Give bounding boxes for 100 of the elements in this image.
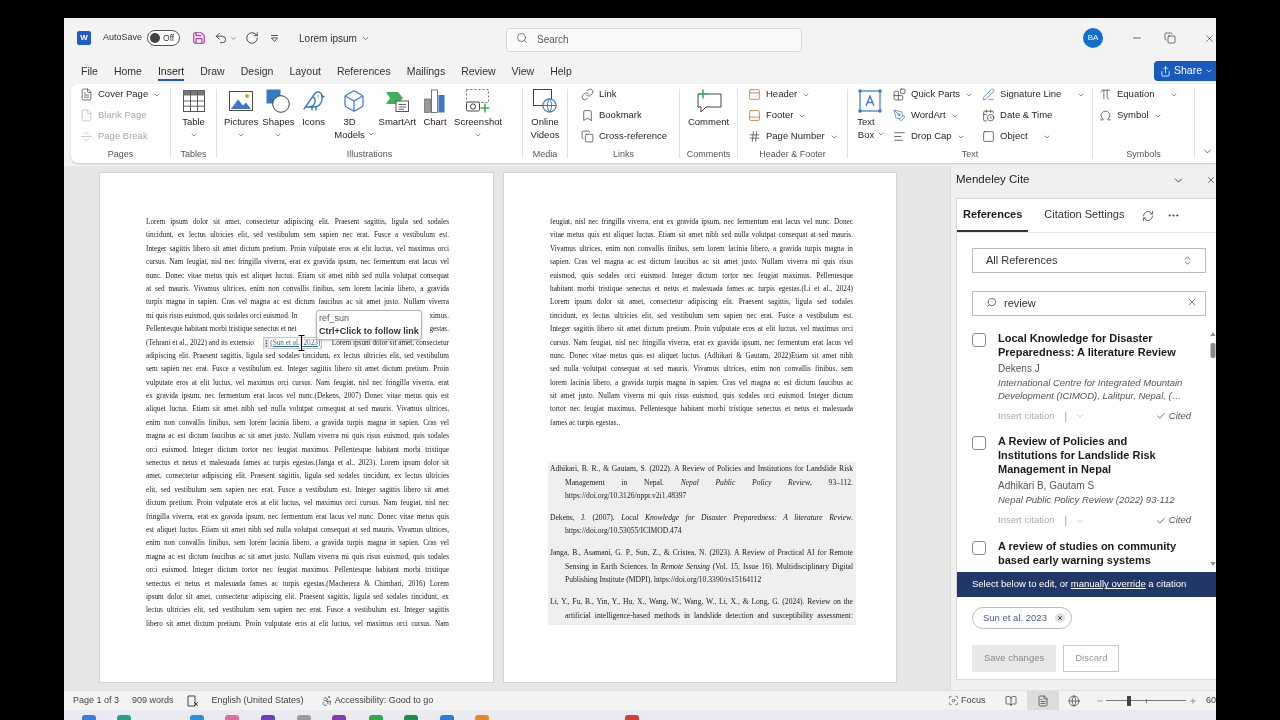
ribbon-button[interactable]: Bookmark — [579, 106, 644, 125]
proofing-book-icon[interactable] — [186, 694, 199, 707]
taskbar-app-icon[interactable] — [261, 715, 275, 720]
panel-tab[interactable]: Citation Settings — [1038, 199, 1131, 232]
bar-chart-icon — [424, 89, 447, 113]
taskbar-app-icon[interactable] — [440, 715, 454, 720]
panel-tab[interactable]: References — [957, 199, 1029, 232]
menu-tab[interactable]: Layout — [281, 58, 329, 84]
zoom-level[interactable]: 60 — [1205, 693, 1216, 708]
undo-button[interactable] — [214, 31, 229, 45]
ribbon-button[interactable]: SmartArt — [376, 84, 419, 147]
word-count[interactable]: 909 words — [132, 693, 174, 708]
ribbon-button[interactable]: Header — [746, 85, 813, 104]
bird-icon — [301, 89, 326, 113]
taskbar-app-icon[interactable] — [369, 715, 383, 720]
menu-tab[interactable]: Design — [232, 58, 282, 84]
ribbon-button[interactable]: Symbol — [1097, 106, 1164, 125]
separator-text: | — [1064, 409, 1068, 424]
search-field[interactable]: review — [972, 290, 1206, 316]
menu-tab[interactable]: Help — [542, 58, 580, 84]
zoom-slider[interactable] — [1106, 695, 1187, 706]
menu-tab[interactable]: Draw — [192, 58, 233, 84]
ribbon-button[interactable]: Page Number — [746, 127, 840, 146]
close-pane-button[interactable] — [1206, 175, 1216, 185]
checkbox[interactable] — [972, 333, 986, 347]
screenshot-camera-icon — [466, 89, 491, 113]
ribbon-button[interactable]: Table — [176, 84, 211, 147]
menu-tab[interactable]: Review — [453, 58, 504, 84]
ribbon-button[interactable]: Link — [579, 85, 619, 104]
clear-search-button[interactable] — [1186, 296, 1198, 308]
ribbon-button[interactable]: Icons — [296, 84, 331, 147]
redo-icon — [245, 31, 260, 45]
ribbon-group-label: Header & Footer — [758, 148, 827, 161]
menu-tab[interactable]: Mailings — [398, 58, 454, 84]
taskbar-app-icon[interactable] — [625, 715, 639, 720]
focus-button[interactable]: Focus — [948, 693, 986, 708]
menu-tab[interactable]: File — [73, 58, 106, 84]
share-button[interactable]: Share — [1153, 61, 1216, 81]
zoom-in-icon[interactable] — [1189, 696, 1197, 705]
redo-button[interactable] — [245, 31, 260, 45]
ribbon-group-label: Pages — [106, 148, 135, 161]
taskbar-app-icon[interactable] — [190, 715, 204, 720]
page-icon — [80, 88, 93, 101]
shapes-icon — [266, 89, 291, 113]
library-dropdown[interactable]: All References — [972, 248, 1206, 273]
frame-icon — [982, 130, 996, 143]
menu-tab[interactable]: Home — [105, 58, 150, 84]
restore-icon — [1164, 32, 1176, 44]
menu-tab[interactable]: View — [503, 58, 543, 84]
search-field[interactable]: Search — [506, 27, 802, 52]
ribbon-button[interactable]: Screenshot — [452, 84, 505, 147]
account-avatar[interactable]: BA — [1083, 28, 1103, 48]
ribbon-button[interactable]: Text Box — [853, 84, 887, 147]
page-number-icon — [748, 130, 761, 143]
ribbon-button[interactable]: Shapes — [260, 84, 297, 147]
ribbon-button[interactable]: Signature Line — [980, 85, 1064, 104]
cited-label: Cited — [1168, 513, 1191, 528]
ribbon-button[interactable]: Equation — [1097, 85, 1157, 104]
save-button[interactable] — [192, 31, 207, 45]
close-button[interactable] — [1204, 32, 1215, 44]
taskbar-app-icon[interactable] — [332, 715, 346, 720]
checkbox[interactable] — [972, 540, 986, 555]
ribbon-button[interactable]: Object — [980, 127, 1030, 146]
ribbon-button[interactable]: Quick Parts — [891, 85, 976, 104]
zoom-slider-thumb[interactable] — [1126, 695, 1131, 706]
ribbon-button[interactable]: WordArt — [891, 106, 961, 125]
page-count[interactable]: Page 1 of 3 — [73, 693, 120, 708]
ribbon-button[interactable]: Footer — [746, 106, 809, 125]
ribbon-button[interactable]: Cover Page — [78, 85, 164, 104]
document-title-button[interactable]: Lorem ipsum — [299, 30, 370, 46]
menu-tab[interactable]: References — [328, 58, 399, 84]
refresh-button[interactable] — [1142, 209, 1155, 222]
taskbar-app-icon[interactable] — [225, 715, 239, 720]
ribbon-button[interactable]: Drop Cap — [891, 127, 967, 146]
taskbar-app-icon[interactable] — [297, 715, 311, 720]
language-status[interactable]: English (United States) — [211, 693, 304, 708]
ribbon-button[interactable]: Cross-reference — [579, 127, 670, 146]
ribbon-button[interactable]: Chart — [418, 84, 453, 147]
reference-title: Local Knowledge for Disaster Preparedness: A literature Review — [998, 331, 1177, 359]
scrollbar[interactable] — [1210, 330, 1216, 568]
ribbon-button[interactable]: Online Videos — [526, 84, 564, 147]
taskbar-app-icon[interactable] — [117, 715, 131, 720]
checkbox[interactable] — [972, 436, 986, 450]
ribbon-button[interactable]: 3D Models — [330, 84, 377, 147]
ribbon-button[interactable]: Comment — [685, 84, 732, 147]
view-button[interactable] — [1027, 690, 1059, 711]
menu-tab[interactable]: Insert — [149, 58, 193, 84]
taskbar-app-icon[interactable] — [82, 715, 96, 720]
accessibility-status[interactable]: Accessibility: Good to go — [320, 693, 434, 708]
remove-chip-icon[interactable] — [1054, 613, 1065, 623]
restore-button[interactable] — [1164, 32, 1176, 44]
undo-icon — [214, 31, 229, 45]
taskbar-app-icon[interactable] — [404, 715, 418, 720]
toggle-knob-icon — [150, 33, 161, 43]
ribbon-button[interactable]: Pictures — [222, 84, 261, 147]
taskbar-app-icon[interactable] — [475, 715, 489, 720]
manually-override-link[interactable]: manually override — [1070, 578, 1146, 590]
customize-toolbar-button[interactable] — [270, 33, 280, 43]
autosave-toggle[interactable]: Off — [147, 30, 181, 46]
ribbon-button[interactable]: Date & Time — [980, 106, 1055, 125]
